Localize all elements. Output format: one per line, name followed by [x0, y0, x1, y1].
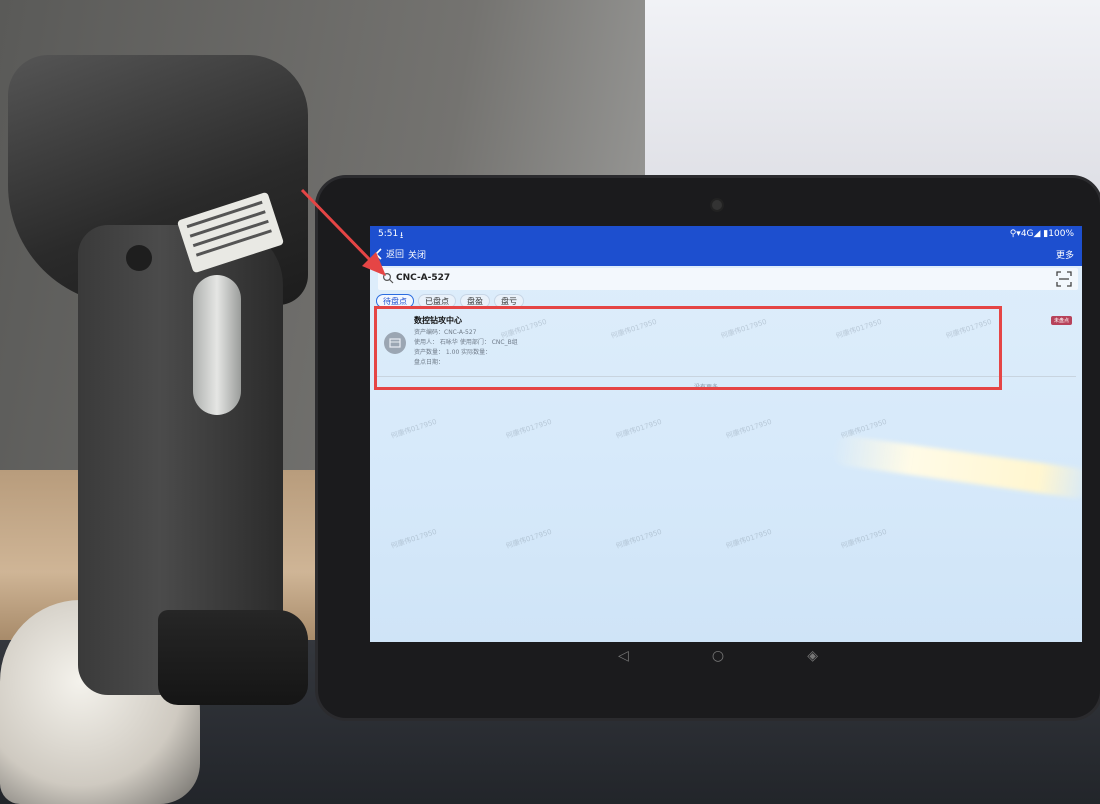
annotation-highlight-box	[374, 306, 1002, 390]
annotation-arrow	[300, 188, 386, 276]
